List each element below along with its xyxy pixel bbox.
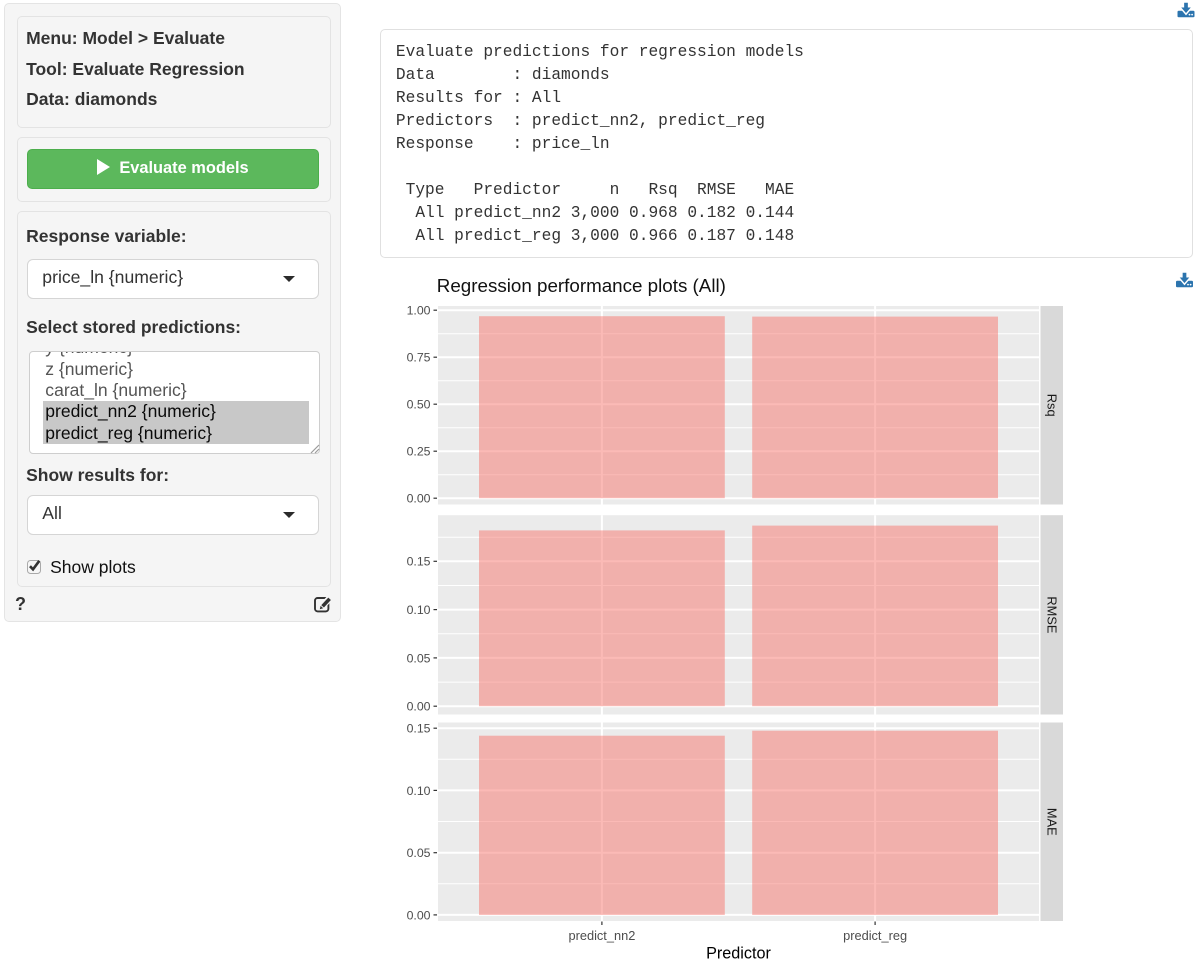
svg-text:0.10: 0.10 — [407, 603, 431, 617]
svg-text:0.10: 0.10 — [407, 784, 431, 798]
svg-text:predict_reg: predict_reg — [843, 928, 907, 943]
svg-text:0.15: 0.15 — [407, 555, 431, 569]
svg-text:0.00: 0.00 — [407, 908, 431, 922]
svg-text:0.05: 0.05 — [407, 846, 431, 860]
svg-text:0.00: 0.00 — [407, 492, 431, 506]
svg-text:0.15: 0.15 — [407, 722, 431, 736]
svg-text:Predictor: Predictor — [706, 945, 771, 963]
svg-text:Regression performance plots (: Regression performance plots (All) — [437, 275, 726, 296]
svg-text:Rsq: Rsq — [1044, 394, 1059, 417]
svg-text:RMSE: RMSE — [1044, 596, 1059, 633]
svg-text:predict_nn2: predict_nn2 — [568, 928, 635, 943]
svg-text:0.05: 0.05 — [407, 651, 431, 665]
svg-text:0.00: 0.00 — [407, 700, 431, 714]
svg-text:0.50: 0.50 — [407, 398, 431, 412]
svg-text:0.75: 0.75 — [407, 351, 431, 365]
svg-text:0.25: 0.25 — [407, 445, 431, 459]
svg-text:1.00: 1.00 — [407, 304, 431, 318]
svg-text:MAE: MAE — [1044, 808, 1059, 836]
